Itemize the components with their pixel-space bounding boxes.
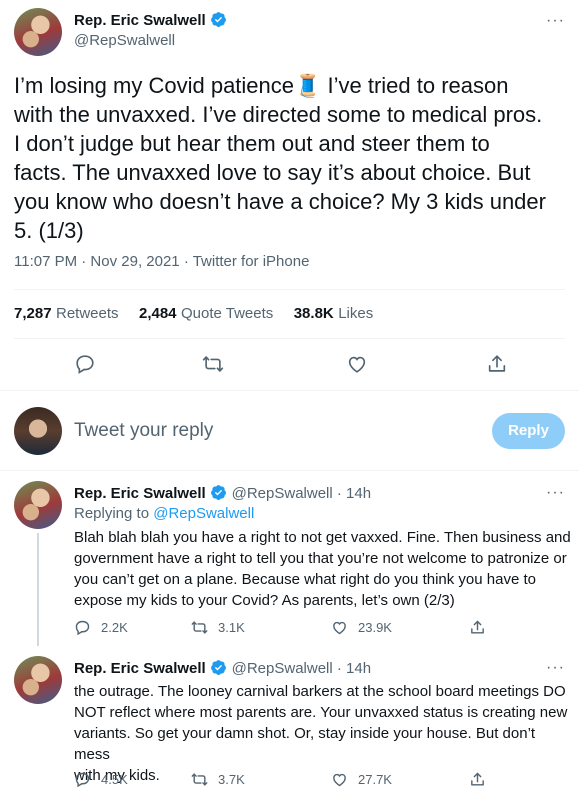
tweet-text: I’m losing my Covid patience🧵 I’ve tried… [14,71,574,245]
reply-handle-time[interactable]: @RepSwalwell · 14h [232,485,371,502]
reply-action-retweet[interactable]: 3.7K [191,771,245,788]
retweets-count: 7,287 [14,305,52,322]
reply-input[interactable]: Tweet your reply [74,420,474,442]
reply-text: the outrage. The looney carnival barkers… [74,681,574,786]
retweet-count: 3.1K [218,620,245,635]
likes-label: Likes [338,305,374,322]
tweet-text-line: 5. (1/3) [14,218,84,243]
reply-author-name[interactable]: Rep. Eric Swalwell [74,660,206,677]
retweet-icon[interactable] [202,353,224,375]
like-icon[interactable] [346,353,368,375]
divider [0,470,579,471]
reply-text-line: government have a right to tell you that… [74,550,567,567]
like-count: 23.9K [358,620,392,635]
divider [0,390,579,391]
share-icon[interactable] [486,353,508,375]
reply-text-line: variants. So get your damn shot. Or, sta… [74,725,536,763]
reply-text-line: with my kids. [74,767,160,784]
likes-stat[interactable]: 38.8K Likes [294,305,374,322]
reply-count: 2.2K [101,620,128,635]
tweet-text-line: I don’t judge but hear them out and stee… [14,131,490,156]
reply-avatar[interactable] [14,656,62,704]
replying-to: Replying to @RepSwalwell [74,505,254,522]
reply-text: Blah blah blah you have a right to not g… [74,527,574,611]
quote-tweets-count: 2,484 [138,305,177,322]
quote-tweets-stat[interactable]: 2,484 Quote Tweets [139,305,278,322]
reply-author-name[interactable]: Rep. Eric Swalwell [74,485,206,502]
tweet-text-line: you know who doesn’t have a choice? My 3… [14,189,546,214]
verified-badge-icon [210,484,227,501]
reply-action-reply[interactable]: 4.5K [74,771,128,788]
divider [14,338,565,339]
reply-text-line: Blah blah blah you have a right to not g… [74,529,571,546]
more-options-icon[interactable]: ··· [546,12,565,30]
reply-avatar[interactable] [14,481,62,529]
reply-icon[interactable] [74,353,96,375]
user-avatar[interactable] [14,407,62,455]
reply-action-like[interactable]: 27.7K [331,771,392,788]
thread-line [37,533,39,646]
more-options-icon[interactable]: ··· [546,484,565,502]
retweets-label: Retweets [56,305,119,322]
share-icon[interactable] [469,771,486,788]
author-avatar[interactable] [14,8,62,56]
quote-tweets-label: Quote Tweets [180,305,274,322]
replying-to-label: Replying to [74,505,150,522]
retweet-count: 3.7K [218,772,245,787]
like-count: 27.7K [358,772,392,787]
reply-icon [74,619,91,636]
author-name-text[interactable]: Rep. Eric Swalwell [74,12,206,29]
reply-text-line: the outrage. The looney carnival barkers… [74,683,566,700]
retweets-stat[interactable]: 7,287 Retweets [14,305,123,322]
replying-to-link[interactable]: @RepSwalwell [153,505,254,522]
reply-action-like[interactable]: 23.9K [331,619,392,636]
verified-badge-icon [210,659,227,676]
reply-text-line: you can’t get on a plane. Because what r… [74,571,536,588]
author-name[interactable]: Rep. Eric Swalwell [74,11,227,29]
stats-row: 7,287 Retweets 2,484 Quote Tweets 38.8K … [14,305,373,323]
retweet-icon [191,619,208,636]
tweet-text-line: with the unvaxxed. I’ve directed some to… [14,102,543,127]
reply-header: Rep. Eric Swalwell @RepSwalwell · 14h [74,659,371,678]
reply-button[interactable]: Reply [492,413,565,449]
likes-count: 38.8K [293,305,334,322]
tweet-timestamp[interactable]: 11:07 PM · Nov 29, 2021 · Twitter for iP… [14,253,309,270]
retweet-icon [191,771,208,788]
tweet-text-line: facts. The unvaxxed love to say it’s abo… [14,160,531,185]
reply-action-reply[interactable]: 2.2K [74,619,128,636]
like-icon [331,619,348,636]
like-icon [331,771,348,788]
more-options-icon[interactable]: ··· [546,659,565,677]
verified-badge-icon [210,11,227,28]
reply-text-line: expose my kids to your Covid? As parents… [74,592,455,609]
reply-handle-time[interactable]: @RepSwalwell · 14h [232,660,371,677]
author-handle[interactable]: @RepSwalwell [74,32,175,49]
divider [14,289,565,290]
share-icon[interactable] [469,619,486,636]
tweet-text-line: I’m losing my Covid patience🧵 I’ve tried… [14,73,509,98]
reply-action-retweet[interactable]: 3.1K [191,619,245,636]
reply-count: 4.5K [101,772,128,787]
reply-header: Rep. Eric Swalwell @RepSwalwell · 14h [74,484,371,503]
reply-icon [74,771,91,788]
reply-text-line: NOT reflect where most parents are. Your… [74,704,568,721]
